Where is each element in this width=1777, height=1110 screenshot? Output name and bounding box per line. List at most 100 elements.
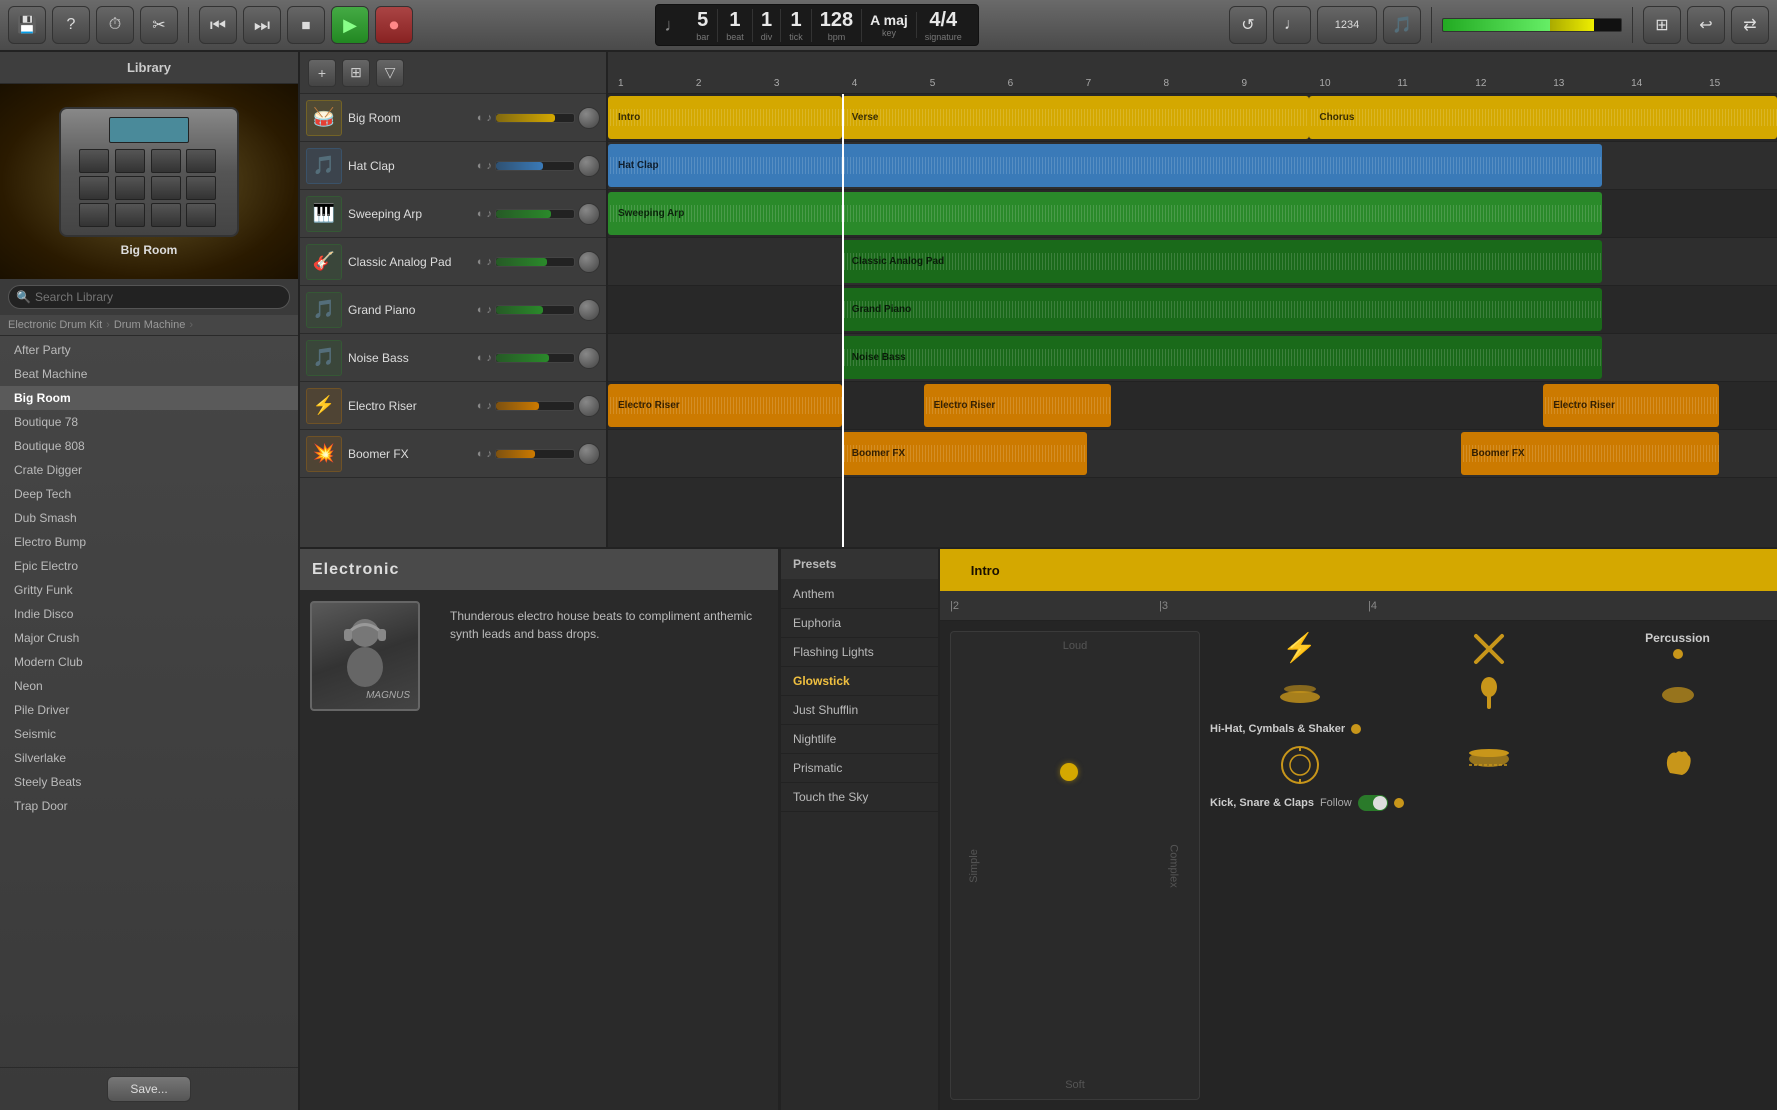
add-track-button[interactable]: + [308,59,336,87]
drum-icon-clap[interactable] [1588,745,1767,785]
mpc-pad[interactable] [115,176,145,200]
library-item[interactable]: Boutique 808 [0,434,298,458]
preset-item[interactable]: Prismatic [781,754,938,783]
track-mute-icon[interactable]: ◐ [477,208,484,220]
preset-item[interactable]: Nightlife [781,725,938,754]
track-row[interactable]: 🎵 Noise Bass ◐ ♪ [300,334,606,382]
drum-icon-sticks[interactable] [1399,631,1578,667]
preset-item[interactable]: Touch the Sky [781,783,938,812]
track-row[interactable]: 🎹 Sweeping Arp ◐ ♪ [300,190,606,238]
drum-icon-tambourine[interactable] [1588,677,1767,713]
mpc-pad[interactable] [151,203,181,227]
track-volume-knob[interactable] [578,347,600,369]
save-icon[interactable]: 💾 [8,6,46,44]
count-in-button[interactable]: 1234 [1317,6,1377,44]
library-item[interactable]: After Party [0,338,298,362]
track-mute-icon[interactable]: ◐ [477,160,484,172]
history-icon[interactable]: ⏱ [96,6,134,44]
drum-icon-snare[interactable] [1399,745,1578,785]
metronome-button[interactable]: 🎵 [1383,6,1421,44]
clip[interactable]: Intro [608,96,842,139]
preset-item[interactable]: Flashing Lights [781,638,938,667]
preset-item[interactable]: Euphoria [781,609,938,638]
track-volume-knob[interactable] [578,107,600,129]
forward-button[interactable]: ⏭ [243,6,281,44]
library-item[interactable]: Electro Bump [0,530,298,554]
track-row[interactable]: 🎸 Classic Analog Pad ◐ ♪ [300,238,606,286]
mpc-pad[interactable] [79,203,109,227]
track-volume-knob[interactable] [578,203,600,225]
track-solo-icon[interactable]: ♪ [487,448,493,460]
track-solo-icon[interactable]: ♪ [487,400,493,412]
breadcrumb-part2[interactable]: Drum Machine [114,319,186,331]
clip[interactable]: Boomer FX [1461,432,1718,475]
clip[interactable]: Sweeping Arp [608,192,1602,235]
help-icon[interactable]: ? [52,6,90,44]
mpc-pad[interactable] [186,149,216,173]
editors-button[interactable]: ↩ [1687,6,1725,44]
mpc-pad[interactable] [79,176,109,200]
track-row[interactable]: 🎵 Grand Piano ◐ ♪ [300,286,606,334]
track-fader[interactable] [495,449,575,459]
track-solo-icon[interactable]: ♪ [487,304,493,316]
mpc-pad[interactable] [151,176,181,200]
mpc-pad[interactable] [115,203,145,227]
track-row[interactable]: 💥 Boomer FX ◐ ♪ [300,430,606,478]
mpc-pad[interactable] [186,176,216,200]
arrange-view[interactable]: 123456789101112131415 IntroVerseChorusHa… [608,52,1777,547]
library-item[interactable]: Major Crush [0,626,298,650]
clip[interactable]: Electro Riser [924,384,1111,427]
drum-icon-bass-drum[interactable] [1210,745,1389,785]
library-item[interactable]: Epic Electro [0,554,298,578]
play-button[interactable]: ▶ [331,6,369,44]
breadcrumb-part1[interactable]: Electronic Drum Kit [8,319,102,331]
mpc-pad[interactable] [186,203,216,227]
clip[interactable]: Hat Clap [608,144,1602,187]
library-item[interactable]: Beat Machine [0,362,298,386]
library-item[interactable]: Neon [0,674,298,698]
track-fader[interactable] [495,113,575,123]
track-volume-knob[interactable] [578,155,600,177]
track-row[interactable]: 🥁 Big Room ◐ ♪ [300,94,606,142]
track-solo-icon[interactable]: ♪ [487,352,493,364]
library-item[interactable]: Big Room [0,386,298,410]
clip[interactable]: Boomer FX [842,432,1087,475]
library-item[interactable]: Pile Driver [0,698,298,722]
track-mute-icon[interactable]: ◐ [477,112,484,124]
track-solo-icon[interactable]: ♪ [487,160,493,172]
rewind-button[interactable]: ⏮ [199,6,237,44]
stop-button[interactable]: ⏹ [287,6,325,44]
mpc-pad[interactable] [151,149,181,173]
track-volume-knob[interactable] [578,443,600,465]
mixer-button[interactable]: ⇄ [1731,6,1769,44]
clip[interactable]: Verse [842,96,1310,139]
clip[interactable]: Classic Analog Pad [842,240,1602,283]
track-solo-icon[interactable]: ♪ [487,208,493,220]
clip[interactable]: Grand Piano [842,288,1602,331]
track-fader[interactable] [495,161,575,171]
track-fader[interactable] [495,209,575,219]
track-fader[interactable] [495,257,575,267]
mpc-pad[interactable] [79,149,109,173]
library-item[interactable]: Deep Tech [0,482,298,506]
clip[interactable]: Chorus [1309,96,1777,139]
track-fader[interactable] [495,353,575,363]
drum-icon-hihat[interactable] [1210,677,1389,713]
library-item[interactable]: Gritty Funk [0,578,298,602]
track-filter-button[interactable]: ▽ [376,59,404,87]
track-mute-icon[interactable]: ◐ [477,256,484,268]
drum-icon-lightning[interactable]: ⚡ [1210,631,1389,667]
track-mute-icon[interactable]: ◐ [477,304,484,316]
track-row[interactable]: ⚡ Electro Riser ◐ ♪ [300,382,606,430]
track-mute-icon[interactable]: ◐ [477,448,484,460]
track-volume-knob[interactable] [578,251,600,273]
library-item[interactable]: Steely Beats [0,770,298,794]
track-solo-icon[interactable]: ♪ [487,256,493,268]
track-options-button[interactable]: ⊞ [342,59,370,87]
library-item[interactable]: Silverlake [0,746,298,770]
track-volume-knob[interactable] [578,395,600,417]
track-fader[interactable] [495,305,575,315]
save-button[interactable]: Save... [107,1076,190,1102]
preset-item[interactable]: Anthem [781,580,938,609]
clip[interactable]: Noise Bass [842,336,1602,379]
